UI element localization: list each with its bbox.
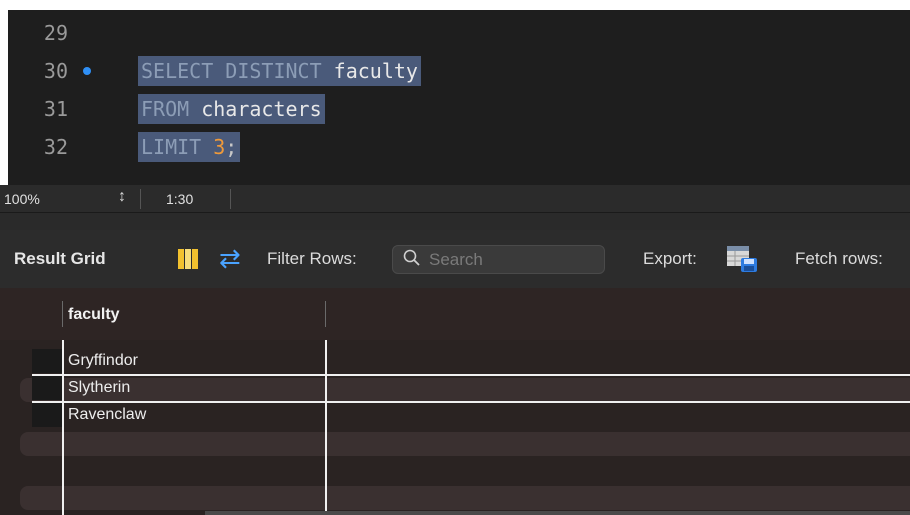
filter-search-box[interactable] xyxy=(392,245,605,274)
grid-view-icon[interactable] xyxy=(178,249,198,269)
row-selector[interactable] xyxy=(32,403,62,427)
zoom-level[interactable]: 100% xyxy=(4,191,40,207)
zoom-stepper-icon[interactable]: ↕ xyxy=(118,188,126,206)
row-stripe xyxy=(20,432,910,456)
search-input[interactable] xyxy=(429,249,594,271)
line-number: 29 xyxy=(43,21,68,45)
table-row[interactable]: Gryffindor xyxy=(0,348,910,374)
horizontal-scrollbar[interactable] xyxy=(205,511,910,515)
refresh-icon[interactable]: ⇄ xyxy=(219,243,241,273)
table-row[interactable]: Slytherin xyxy=(0,375,910,401)
divider xyxy=(140,189,141,209)
filter-rows-label: Filter Rows: xyxy=(267,249,357,268)
export-icon[interactable] xyxy=(725,244,759,274)
code-text[interactable]: FROM characters xyxy=(138,94,325,124)
editor-line: 31 FROM characters xyxy=(8,94,910,124)
editor-line: 32 LIMIT 3; xyxy=(8,132,910,162)
editor-line: 29 xyxy=(8,18,910,48)
fetch-rows-label: Fetch rows: xyxy=(795,249,883,268)
sql-number: 3 xyxy=(213,135,226,159)
row-separator xyxy=(32,374,910,376)
result-grid-title: Result Grid xyxy=(14,249,106,268)
line-number: 32 xyxy=(43,135,68,159)
result-grid[interactable]: faculty Gryffindor Slytherin Ravenclaw xyxy=(0,288,910,515)
sql-editor[interactable]: 29 30 SELECT DISTINCT faculty 31 FROM ch… xyxy=(8,10,910,185)
table-row[interactable]: Ravenclaw xyxy=(0,402,910,428)
sql-keyword: FROM xyxy=(141,97,202,121)
sql-keyword: LIMIT xyxy=(141,135,214,159)
line-number: 30 xyxy=(43,59,68,83)
column-separator xyxy=(62,340,64,515)
table-cell[interactable]: Gryffindor xyxy=(68,352,138,370)
code-text[interactable]: LIMIT 3; xyxy=(138,132,241,162)
editor-line: 30 SELECT DISTINCT faculty xyxy=(8,56,910,86)
row-selector[interactable] xyxy=(32,376,62,400)
line-number: 31 xyxy=(43,97,68,121)
sql-identifier: faculty xyxy=(333,59,418,83)
row-selector[interactable] xyxy=(32,349,62,373)
cursor-position: 1:30 xyxy=(166,191,194,207)
row-stripe xyxy=(20,486,910,510)
panel-splitter[interactable] xyxy=(0,213,910,230)
export-label: Export: xyxy=(643,249,697,268)
search-icon xyxy=(403,249,421,272)
column-resize-handle[interactable] xyxy=(325,301,326,327)
column-divider xyxy=(62,301,63,327)
statement-marker-icon[interactable] xyxy=(83,67,91,75)
editor-status-bar: 100% ↕ 1:30 xyxy=(0,185,910,213)
row-separator xyxy=(32,401,910,403)
divider xyxy=(230,189,231,209)
sql-identifier: characters xyxy=(201,97,322,121)
result-toolbar: Result Grid ⇄ Filter Rows: Export: Fetch… xyxy=(0,230,910,288)
table-cell[interactable]: Slytherin xyxy=(68,379,130,397)
grid-header: faculty xyxy=(0,288,910,340)
sql-punctuation: ; xyxy=(225,135,238,159)
column-header-faculty[interactable]: faculty xyxy=(68,306,120,324)
table-cell[interactable]: Ravenclaw xyxy=(68,406,146,424)
column-separator xyxy=(325,340,327,515)
sql-keyword: SELECT DISTINCT xyxy=(141,59,334,83)
code-text[interactable]: SELECT DISTINCT faculty xyxy=(138,56,421,86)
